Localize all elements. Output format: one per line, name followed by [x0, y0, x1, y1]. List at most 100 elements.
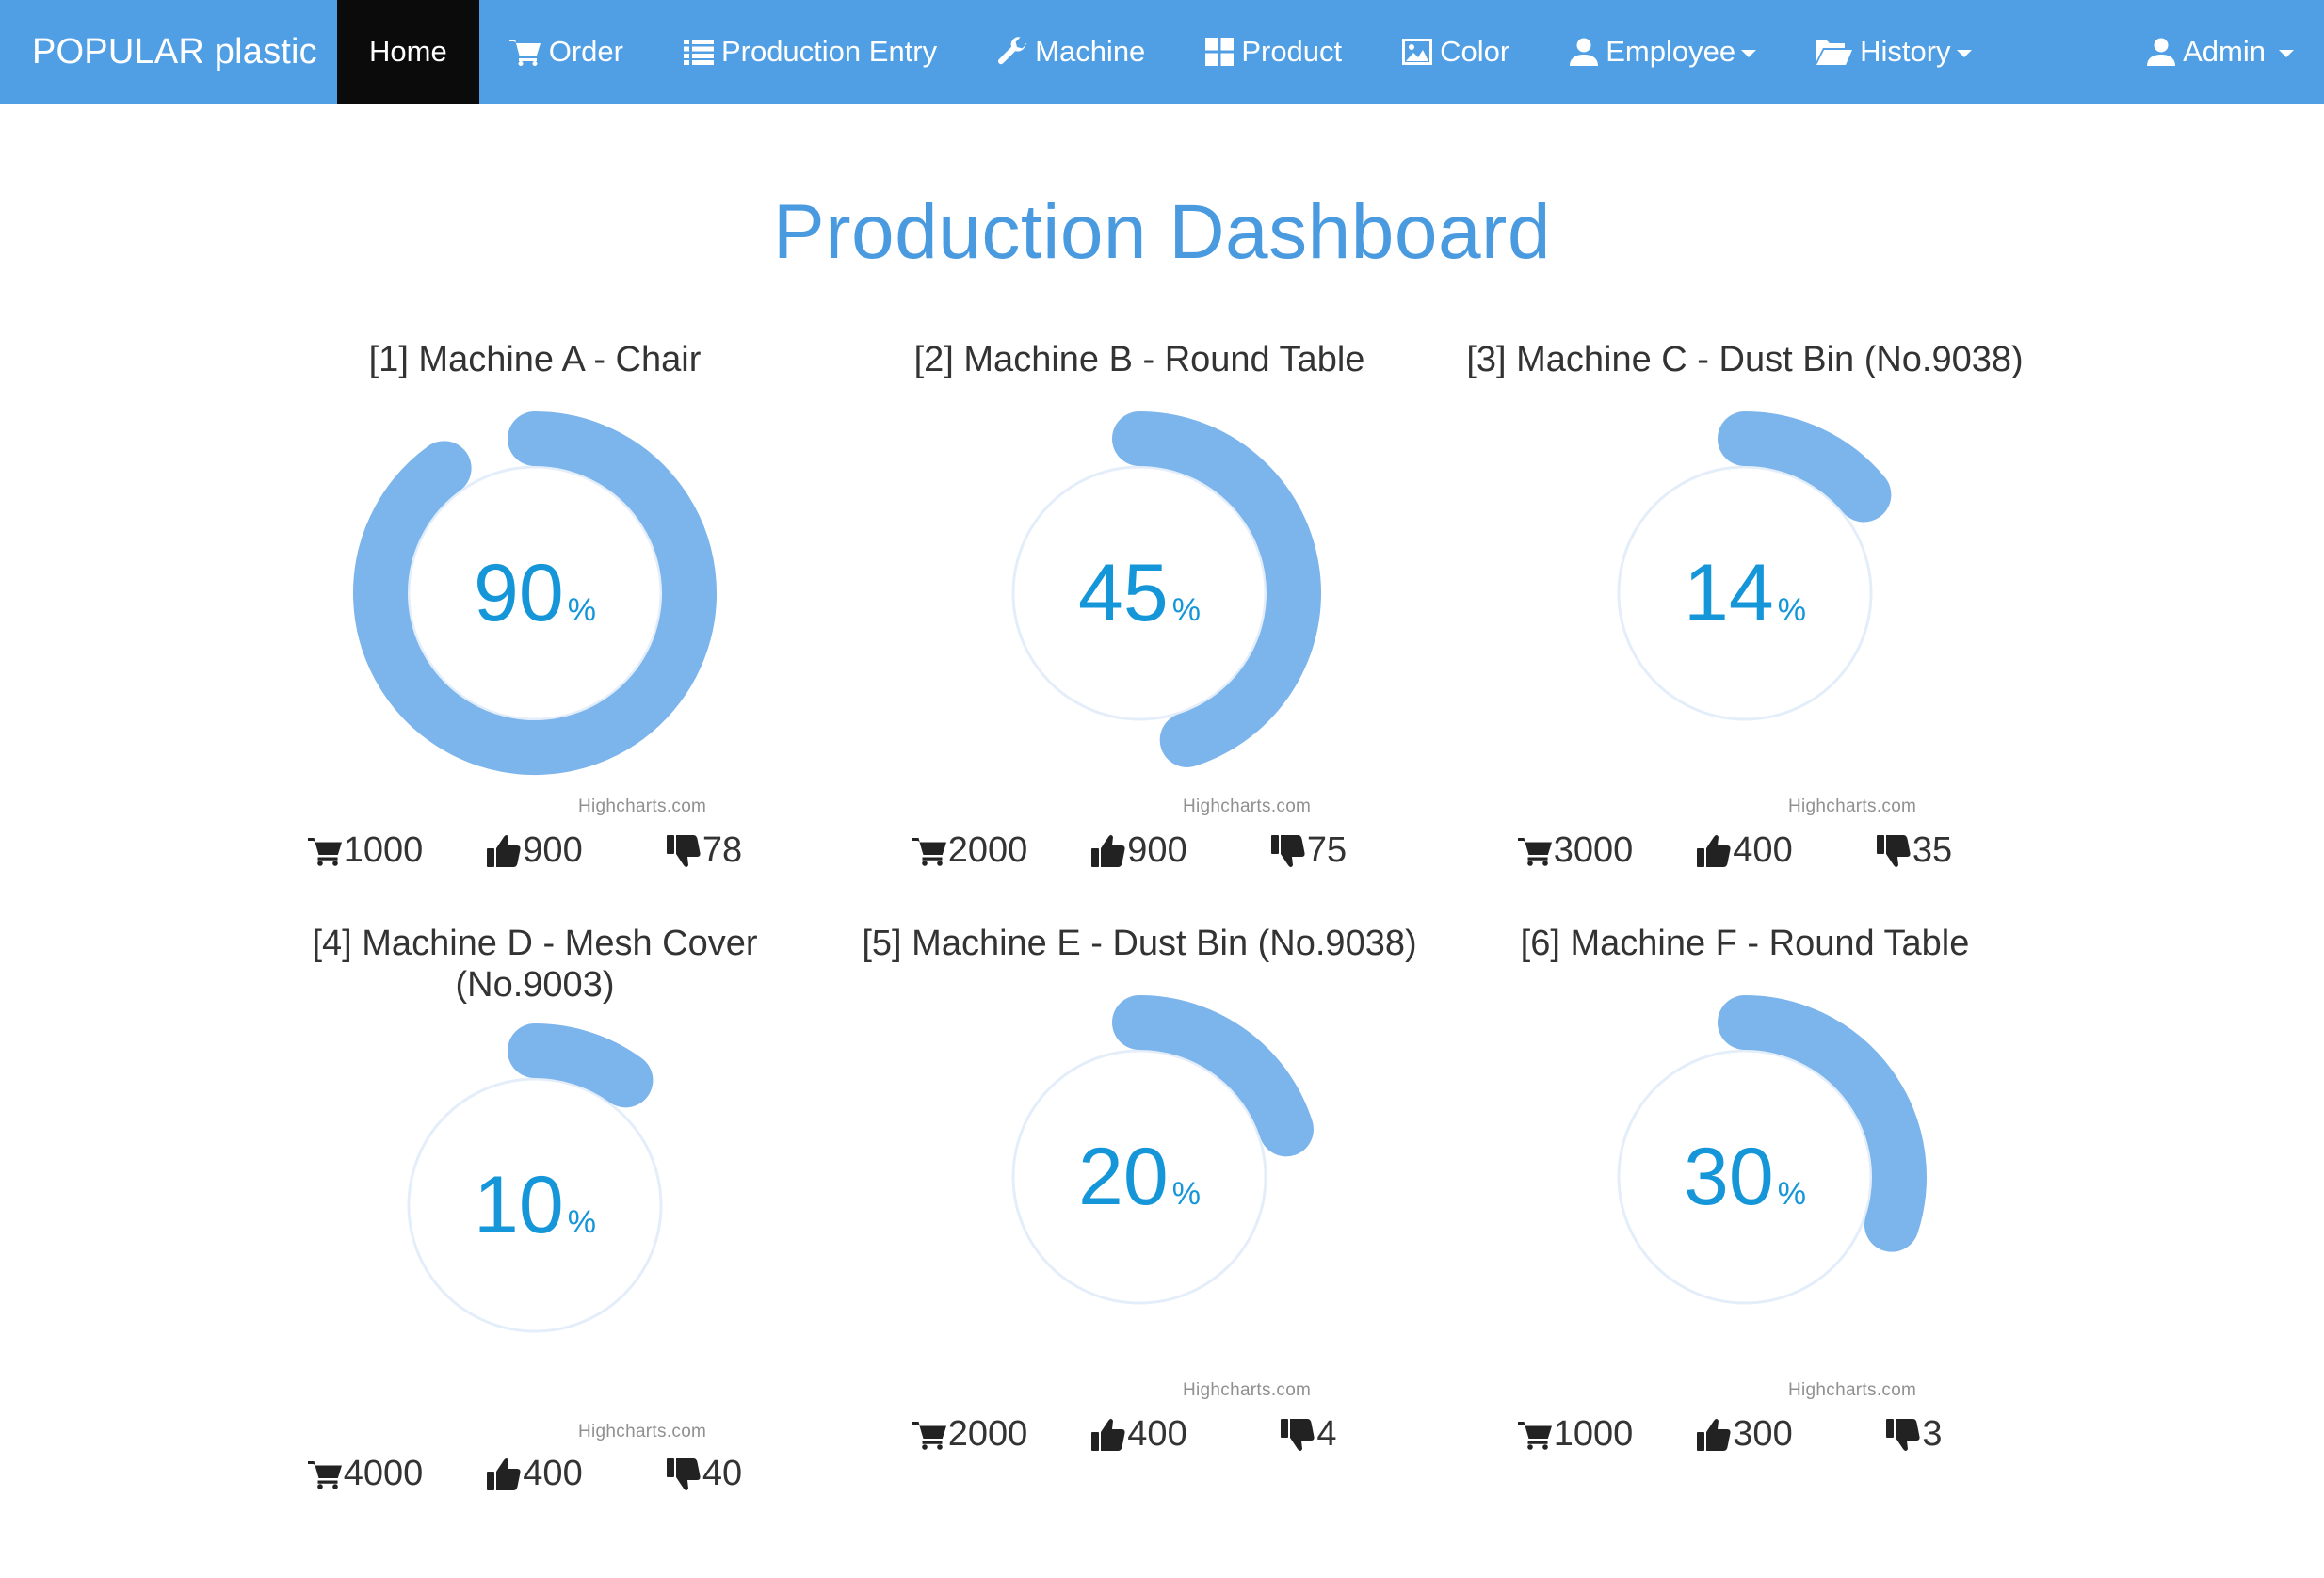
- gauge-chart[interactable]: 14 %: [1557, 405, 1933, 781]
- good-count: 400: [1127, 1414, 1187, 1454]
- bad-count: 4: [1316, 1414, 1337, 1454]
- page-title: Production Dashboard: [773, 189, 1551, 275]
- nav-production-entry-label: Production Entry: [720, 35, 938, 68]
- machine-card: [2] Machine B - Round Table 45 % Highcha…: [838, 339, 1441, 904]
- shopping-cart-icon: [308, 836, 342, 866]
- nav-product[interactable]: Product: [1175, 0, 1372, 104]
- thumbs-down-icon: [1886, 1418, 1920, 1452]
- gauge-svg: [1617, 411, 1892, 721]
- nav-home-label: Home: [369, 35, 447, 68]
- machine-title: [3] Machine C - Dust Bin (No.9038): [1466, 340, 2024, 379]
- gauge-chart[interactable]: 20 %: [951, 989, 1328, 1365]
- bad-count: 78: [702, 830, 743, 870]
- good-stat: 400: [1055, 1414, 1224, 1455]
- thumbs-down-icon: [1877, 834, 1911, 868]
- highcharts-credit[interactable]: Highcharts.com: [1183, 1380, 1311, 1401]
- gauge-track: [407, 1077, 663, 1333]
- folder-open-icon: [1816, 40, 1853, 65]
- thumbs-up-icon: [1091, 1418, 1125, 1452]
- order-stat: 3000: [1491, 830, 1660, 871]
- gauge-arc: [508, 1023, 654, 1108]
- machine-card: [5] Machine E - Dust Bin (No.9038) 20 % …: [838, 923, 1441, 1488]
- machine-card: [6] Machine F - Round Table 30 % Highcha…: [1444, 923, 2046, 1488]
- gauge-track: [1011, 465, 1267, 721]
- nav-machine[interactable]: Machine: [967, 0, 1175, 104]
- order-count: 4000: [343, 1454, 424, 1493]
- shopping-cart-icon: [508, 40, 541, 66]
- machine-title: [1] Machine A - Chair: [368, 340, 702, 379]
- nav-admin-dropdown[interactable]: Admin: [2117, 0, 2324, 104]
- nav-order[interactable]: Order: [479, 0, 654, 104]
- order-count: 2000: [947, 830, 1028, 870]
- gauge-track: [1617, 1049, 1873, 1305]
- machine-title: [6] Machine F - Round Table: [1520, 924, 1970, 963]
- nav-product-label: Product: [1241, 35, 1343, 68]
- nav-order-label: Order: [548, 35, 623, 68]
- highcharts-credit[interactable]: Highcharts.com: [1183, 797, 1311, 817]
- gauge-svg: [353, 411, 717, 775]
- order-count: 3000: [1553, 830, 1634, 870]
- thumbs-down-icon: [667, 834, 701, 868]
- thumbs-up-icon: [487, 1457, 521, 1491]
- gauge-arc: [1718, 411, 1892, 523]
- thumbs-down-icon: [667, 1457, 701, 1491]
- nav-history-dropdown[interactable]: History: [1786, 0, 2001, 104]
- brand-logo[interactable]: POPULAR plastic: [0, 0, 337, 104]
- nav-color[interactable]: Color: [1372, 0, 1540, 104]
- machine-card: [1] Machine A - Chair 90 % Highcharts.co…: [234, 339, 836, 904]
- good-stat: 300: [1660, 1414, 1830, 1455]
- machine-stats: 3000 400 35: [1444, 830, 2046, 871]
- good-count: 900: [1127, 830, 1187, 870]
- shopping-cart-icon: [912, 836, 946, 866]
- machine-stats: 4000 400 40: [234, 1454, 836, 1494]
- bad-count: 35: [1912, 830, 1953, 870]
- order-count: 1000: [343, 830, 424, 870]
- wrench-icon: [998, 37, 1027, 65]
- gauge-chart[interactable]: 45 %: [951, 405, 1328, 781]
- good-stat: 900: [450, 830, 620, 871]
- order-count: 1000: [1553, 1414, 1634, 1454]
- gauge-chart[interactable]: 90 %: [347, 405, 723, 781]
- good-stat: 400: [450, 1454, 620, 1494]
- bad-stat: 4: [1224, 1414, 1394, 1455]
- gauge-chart[interactable]: 10 %: [347, 1017, 723, 1393]
- nav-admin-label: Admin: [2183, 35, 2266, 68]
- thumbs-up-icon: [1697, 834, 1731, 868]
- gauge-track: [1617, 465, 1873, 721]
- thumbs-down-icon: [1281, 1418, 1315, 1452]
- machine-stats: 2000 400 4: [838, 1414, 1441, 1455]
- gauge-track: [1011, 1049, 1267, 1305]
- gauge-chart[interactable]: 30 %: [1557, 989, 1933, 1365]
- order-stat: 1000: [1491, 1414, 1660, 1455]
- highcharts-credit[interactable]: Highcharts.com: [578, 1422, 706, 1442]
- good-stat: 900: [1055, 830, 1224, 871]
- gauge-arc: [353, 411, 717, 775]
- gauge-svg: [1617, 995, 1927, 1305]
- bad-stat: 75: [1224, 830, 1394, 871]
- nav-employee-dropdown[interactable]: Employee: [1540, 0, 1786, 104]
- good-count: 300: [1733, 1414, 1793, 1454]
- bad-count: 75: [1306, 830, 1348, 870]
- shopping-cart-icon: [1518, 1420, 1552, 1450]
- thumbs-up-icon: [487, 834, 521, 868]
- highcharts-credit[interactable]: Highcharts.com: [1788, 797, 1916, 817]
- chevron-down-icon: [1956, 50, 1972, 57]
- order-count: 2000: [947, 1414, 1028, 1454]
- highcharts-credit[interactable]: Highcharts.com: [578, 797, 706, 817]
- bad-stat: 78: [620, 830, 789, 871]
- highcharts-credit[interactable]: Highcharts.com: [1788, 1380, 1916, 1401]
- machine-card: [3] Machine C - Dust Bin (No.9038) 14 % …: [1444, 339, 2046, 904]
- machine-stats: 1000 900 78: [234, 830, 836, 871]
- good-count: 400: [523, 1454, 583, 1493]
- grid-icon: [1205, 38, 1235, 66]
- nav-production-entry[interactable]: Production Entry: [654, 0, 967, 104]
- shopping-cart-icon: [308, 1459, 342, 1489]
- chevron-down-icon: [2279, 50, 2294, 57]
- bad-count: 40: [702, 1454, 743, 1493]
- nav-color-label: Color: [1440, 35, 1510, 68]
- nav-home[interactable]: Home: [337, 0, 479, 104]
- thumbs-up-icon: [1697, 1418, 1731, 1452]
- order-stat: 2000: [885, 1414, 1055, 1455]
- gauge-svg: [407, 1023, 663, 1333]
- bad-stat: 3: [1830, 1414, 1999, 1455]
